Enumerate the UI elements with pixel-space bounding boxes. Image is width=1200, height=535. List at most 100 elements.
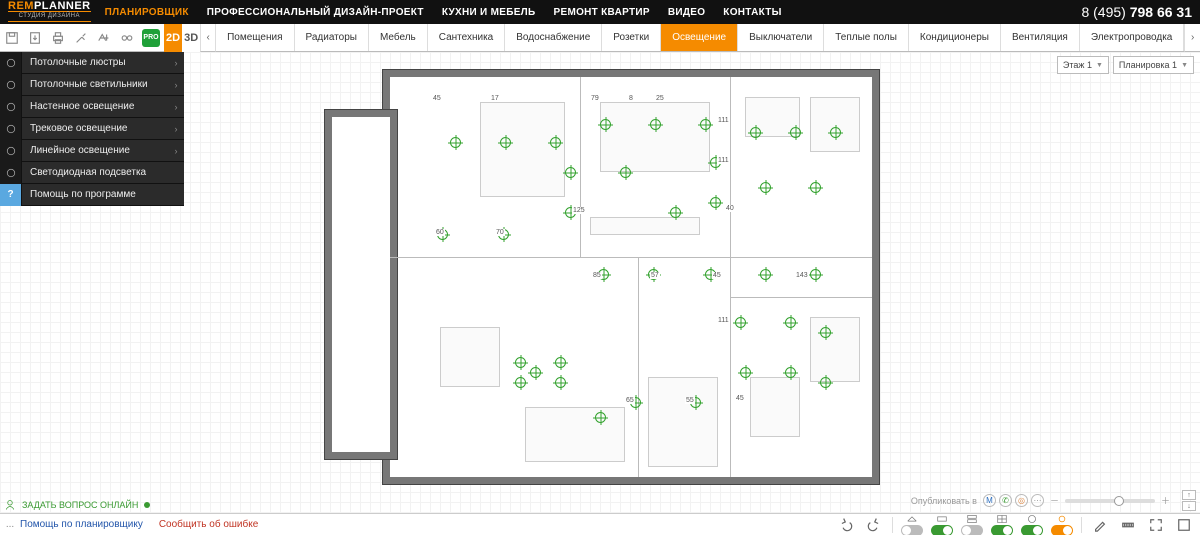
light-symbol[interactable] — [555, 377, 566, 388]
light-symbol[interactable] — [810, 182, 821, 193]
layout-dropdown[interactable]: Планировка 1▼ — [1113, 56, 1194, 74]
layers-scroll-left[interactable]: ‹ — [200, 24, 216, 52]
logo[interactable]: REMPLANNER СТУДИЯ ДИЗАЙНА — [8, 2, 91, 22]
layer-tab[interactable]: Теплые полы — [824, 24, 909, 51]
undo-icon[interactable] — [836, 515, 856, 535]
nav-контакты[interactable]: КОНТАКТЫ — [723, 7, 781, 18]
view-2d-button[interactable]: 2D — [164, 24, 182, 52]
layer-tab[interactable]: Сантехника — [428, 24, 506, 51]
ask-online[interactable]: ЗАДАТЬ ВОПРОС ОНЛАЙН — [4, 499, 150, 511]
light-symbol[interactable] — [650, 119, 661, 130]
toggle-layers[interactable] — [961, 514, 983, 535]
light-symbol[interactable] — [700, 119, 711, 130]
light-symbol[interactable] — [555, 357, 566, 368]
light-symbol[interactable] — [740, 367, 751, 378]
nav-кухни и ме[interactable]: КУХНИ И МЕБЕЛЬ — [442, 7, 536, 18]
layer-tab[interactable]: Электропроводка — [1080, 24, 1185, 51]
sidebar-item[interactable]: Светодиодная подсветка — [0, 162, 184, 184]
toggle-lock[interactable] — [1051, 514, 1073, 535]
social-vk-icon[interactable]: M — [983, 494, 996, 507]
light-symbol[interactable] — [500, 137, 511, 148]
pro-badge[interactable]: PRO — [142, 29, 160, 47]
redo-icon[interactable] — [864, 515, 884, 535]
tool-a-icon[interactable] — [73, 30, 89, 46]
publish-label: Опубликовать в — [911, 496, 977, 506]
fit-icon[interactable] — [1146, 515, 1166, 535]
nudge-up-button[interactable]: ↑ — [1182, 490, 1196, 500]
edit-icon[interactable] — [1090, 515, 1110, 535]
sidebar-item-label: Линейное освещение — [22, 145, 168, 156]
nav-видео[interactable]: ВИДЕО — [668, 7, 705, 18]
sidebar-item[interactable]: Потолочные светильники› — [0, 74, 184, 96]
toggle-3d[interactable] — [901, 514, 923, 535]
tool-c-icon[interactable] — [119, 30, 135, 46]
light-symbol[interactable] — [820, 327, 831, 338]
light-symbol[interactable] — [785, 317, 796, 328]
floor-plan[interactable]: 1445177982512560701114085574514365554511… — [390, 77, 872, 477]
view-3d-button[interactable]: 3D — [182, 24, 200, 52]
light-symbol[interactable] — [530, 367, 541, 378]
social-ok-icon[interactable]: ✆ — [999, 494, 1012, 507]
light-symbol[interactable] — [760, 269, 771, 280]
nav-профессион[interactable]: ПРОФЕССИОНАЛЬНЫЙ ДИЗАЙН-ПРОЕКТ — [207, 7, 424, 18]
layers-scroll-right[interactable]: › — [1184, 24, 1200, 52]
light-symbol[interactable] — [450, 137, 461, 148]
sidebar-item[interactable]: Трековое освещение› — [0, 118, 184, 140]
chandelier-icon — [0, 52, 22, 74]
layer-tab[interactable]: Розетки — [602, 24, 661, 51]
nudge-down-button[interactable]: ↓ — [1182, 501, 1196, 511]
help-link[interactable]: Помощь по планировщику — [20, 519, 143, 530]
zoom-out-icon[interactable]: － — [1050, 494, 1059, 507]
light-symbol[interactable] — [830, 127, 841, 138]
ruler-icon[interactable] — [1118, 515, 1138, 535]
sidebar-item[interactable]: Настенное освещение› — [0, 96, 184, 118]
footer-menu-icon[interactable]: ... — [0, 519, 20, 530]
canvas-stage[interactable]: Потолочные люстры›Потолочные светильники… — [0, 52, 1200, 513]
file-tools: PRO — [0, 24, 164, 52]
light-symbol[interactable] — [550, 137, 561, 148]
report-bug-link[interactable]: Сообщить об ошибке — [159, 519, 258, 530]
sidebar-item[interactable]: Потолочные люстры› — [0, 52, 184, 74]
zoom-in-icon[interactable]: ＋ — [1161, 494, 1170, 507]
light-symbol[interactable] — [760, 182, 771, 193]
light-symbol[interactable] — [565, 167, 576, 178]
toggle-snap[interactable] — [1021, 514, 1043, 535]
light-symbol[interactable] — [515, 357, 526, 368]
light-symbol[interactable] — [600, 119, 611, 130]
light-symbol[interactable] — [710, 197, 721, 208]
layer-tab[interactable]: Кондиционеры — [909, 24, 1001, 51]
light-symbol[interactable] — [820, 377, 831, 388]
zoom-slider[interactable] — [1065, 499, 1155, 503]
light-symbol[interactable] — [810, 269, 821, 280]
save-icon[interactable] — [4, 30, 20, 46]
light-symbol[interactable] — [750, 127, 761, 138]
print-icon[interactable] — [50, 30, 66, 46]
light-symbol[interactable] — [735, 317, 746, 328]
layer-tab[interactable]: Выключатели — [738, 24, 824, 51]
light-symbol[interactable] — [595, 412, 606, 423]
toggle-dims[interactable] — [931, 514, 953, 535]
layer-tab[interactable]: Водоснабжение — [505, 24, 602, 51]
layer-tab[interactable]: Вентиляция — [1001, 24, 1080, 51]
tool-b-icon[interactable] — [96, 30, 112, 46]
light-symbol[interactable] — [670, 207, 681, 218]
sidebar-item[interactable]: Линейное освещение› — [0, 140, 184, 162]
layer-tab[interactable]: Освещение — [661, 24, 738, 51]
light-symbol[interactable] — [785, 367, 796, 378]
fullscreen-icon[interactable] — [1174, 515, 1194, 535]
export-icon[interactable] — [27, 30, 43, 46]
floor-dropdown[interactable]: Этаж 1▼ — [1057, 56, 1109, 74]
toggle-grid[interactable] — [991, 514, 1013, 535]
layer-tab[interactable]: Мебель — [369, 24, 428, 51]
light-symbol[interactable] — [620, 167, 631, 178]
light-symbol[interactable] — [515, 377, 526, 388]
social-extra-icon[interactable]: ◎ — [1015, 494, 1028, 507]
light-symbol[interactable] — [790, 127, 801, 138]
nav-планировщи[interactable]: ПЛАНИРОВЩИК — [105, 7, 189, 18]
social-more-icon[interactable]: ⋯ — [1031, 494, 1044, 507]
nav-ремонт ква[interactable]: РЕМОНТ КВАРТИР — [554, 7, 650, 18]
sidebar-item[interactable]: ?Помощь по программе — [0, 184, 184, 206]
phone-number[interactable]: 8 (495) 798 66 31 — [1081, 4, 1192, 20]
layer-tab[interactable]: Радиаторы — [295, 24, 369, 51]
layer-tab[interactable]: Помещения — [216, 24, 294, 51]
